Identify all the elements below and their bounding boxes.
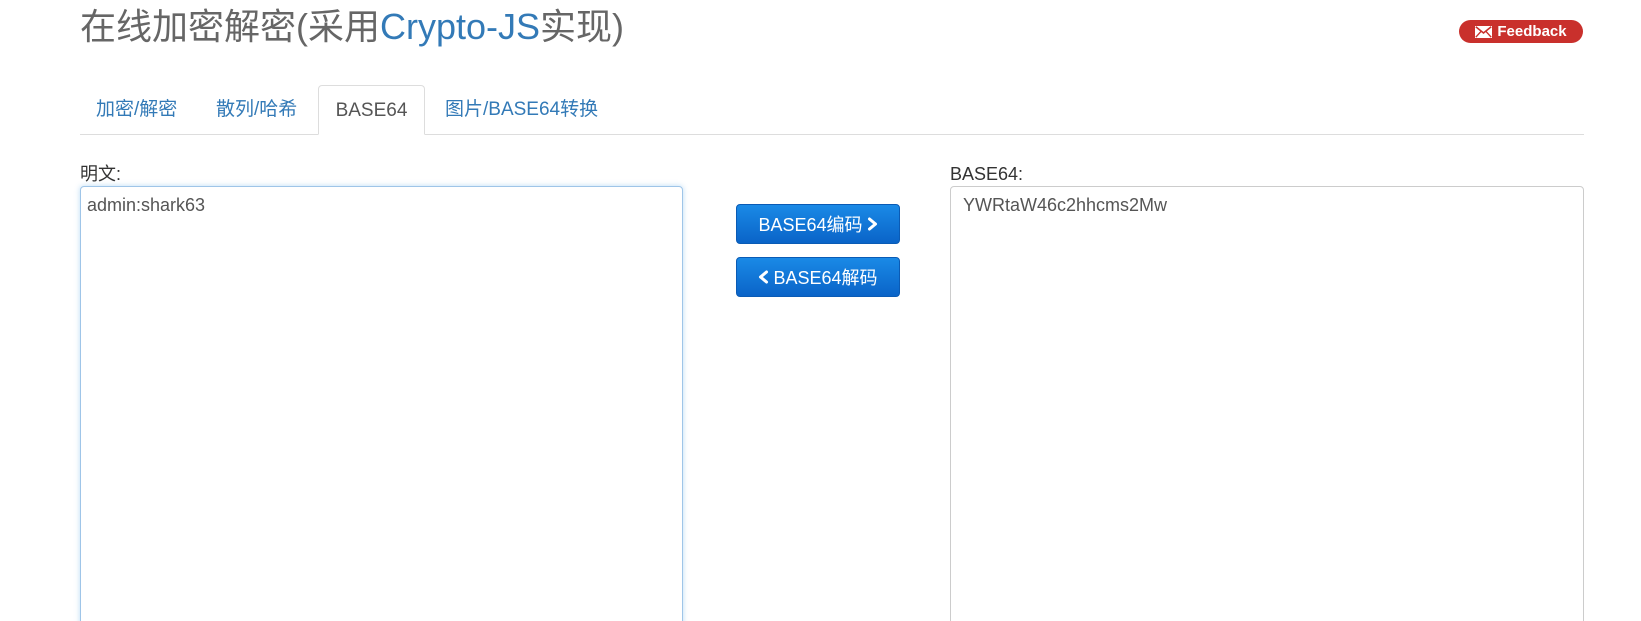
envelope-icon: [1475, 25, 1493, 38]
title-suffix: 实现): [540, 6, 625, 47]
plaintext-label: 明文:: [80, 164, 122, 184]
base64-encode-button[interactable]: BASE64编码: [736, 204, 900, 244]
title-highlight: Crypto-JS: [380, 6, 541, 47]
encode-label: BASE64编码: [758, 215, 863, 235]
decode-label: BASE64解码: [773, 268, 878, 288]
tab-bar: 加密/解密 散列/哈希 BASE64 图片/BASE64转换: [80, 85, 1584, 135]
plaintext-textarea[interactable]: admin:shark63: [80, 186, 683, 621]
chevron-right-icon: [867, 217, 878, 231]
base64-label: BASE64:: [950, 164, 1024, 184]
tab-encrypt-decrypt[interactable]: 加密/解密: [80, 85, 200, 135]
tab-image-base64[interactable]: 图片/BASE64转换: [430, 85, 670, 135]
title-prefix: 在线加密解密(采用: [80, 6, 380, 47]
tab-hash[interactable]: 散列/哈希: [205, 85, 315, 135]
chevron-left-icon: [758, 270, 769, 284]
feedback-label: Feedback: [1497, 23, 1567, 40]
base64-decode-button[interactable]: BASE64解码: [736, 257, 900, 297]
page-title: 在线加密解密(采用Crypto-JS实现): [80, 3, 624, 51]
tab-base64[interactable]: BASE64: [318, 85, 425, 135]
feedback-button[interactable]: Feedback: [1459, 20, 1583, 43]
base64-textarea[interactable]: YWRtaW46c2hhcms2Mw: [950, 186, 1584, 621]
